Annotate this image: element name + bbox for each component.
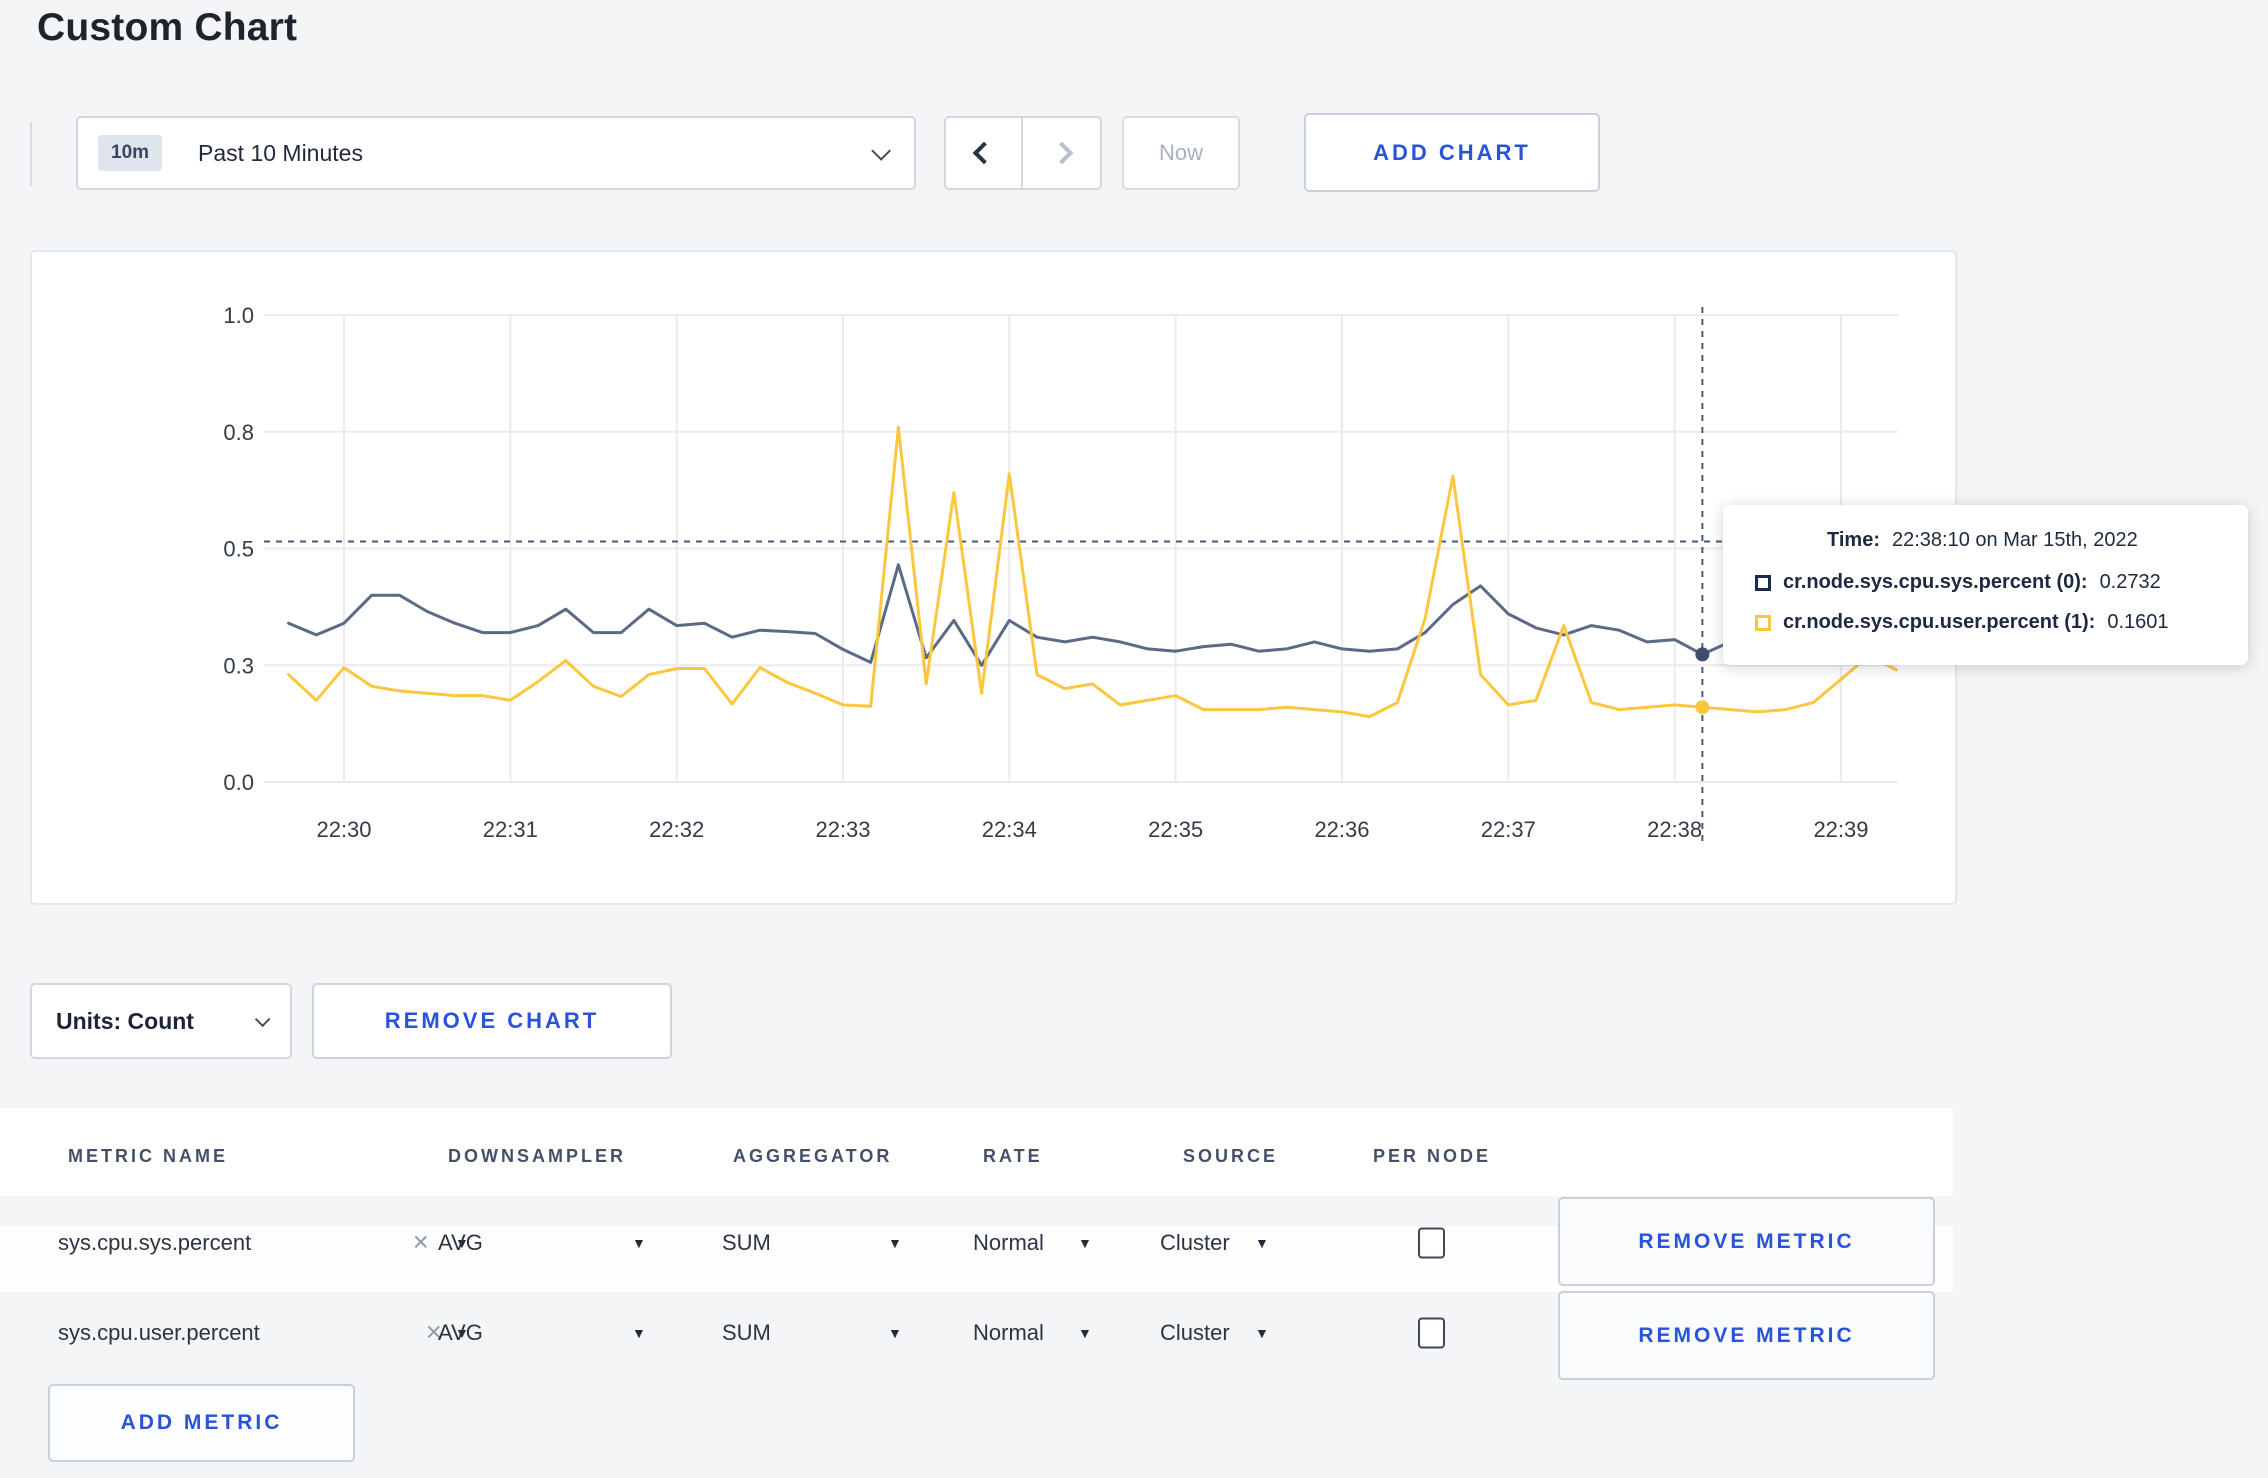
aggregator-select[interactable]: SUM — [722, 1320, 771, 1346]
next-time-button[interactable] — [1023, 118, 1100, 188]
tooltip-series-label: cr.node.sys.cpu.sys.percent (0): — [1783, 571, 2088, 593]
column-header-downsampler: DOWNSAMPLER — [448, 1146, 626, 1166]
rate-select[interactable]: Normal — [973, 1320, 1044, 1346]
x-axis-tick-label: 22:35 — [1148, 817, 1203, 842]
add-metric-button[interactable]: ADD METRIC — [48, 1384, 355, 1462]
column-header-per-node: PER NODE — [1373, 1146, 1492, 1166]
source-select[interactable]: Cluster — [1160, 1320, 1230, 1346]
rate-select[interactable]: Normal — [973, 1230, 1044, 1256]
series-sys-swatch-icon — [1755, 574, 1771, 591]
chevron-down-icon — [871, 140, 892, 161]
aggregator-dropdown-icon[interactable]: ▼ — [888, 1325, 902, 1341]
tooltip-time-value: 22:38:10 on Mar 15th, 2022 — [1891, 529, 2138, 551]
y-axis-tick-label: 0.3 — [223, 653, 254, 678]
series-line — [287, 563, 1898, 667]
metric-name-value[interactable]: sys.cpu.user.percent — [58, 1320, 260, 1346]
remove-metric-button[interactable]: REMOVE METRIC — [1558, 1291, 1935, 1380]
per-node-checkbox[interactable] — [1418, 1227, 1445, 1259]
chevron-down-icon — [254, 1011, 271, 1027]
downsampler-select[interactable]: AVG — [438, 1320, 483, 1346]
x-axis-tick-label: 22:37 — [1481, 817, 1536, 842]
toolbar-left-divider — [30, 122, 32, 186]
x-axis-tick-label: 22:38 — [1647, 817, 1702, 842]
time-range-badge: 10m — [98, 135, 163, 171]
time-range-label: Past 10 Minutes — [198, 139, 363, 166]
column-header-rate: RATE — [983, 1146, 1043, 1166]
hover-point-user — [1695, 700, 1710, 715]
downsampler-dropdown-icon[interactable]: ▼ — [632, 1235, 646, 1251]
metrics-table-header — [0, 1108, 1953, 1196]
downsampler-dropdown-icon[interactable]: ▼ — [632, 1325, 646, 1341]
y-axis-tick-label: 0.8 — [223, 420, 254, 445]
x-axis-tick-label: 22:30 — [316, 817, 371, 842]
chevron-right-icon — [1050, 141, 1073, 165]
remove-chart-label: REMOVE CHART — [384, 1008, 600, 1033]
tooltip-series-value: 0.1601 — [2107, 611, 2169, 633]
source-dropdown-icon[interactable]: ▼ — [1255, 1235, 1269, 1251]
y-axis-tick-label: 0.0 — [223, 770, 254, 795]
units-label: Units: Count — [56, 1007, 194, 1034]
units-dropdown[interactable]: Units: Count — [30, 983, 292, 1059]
chevron-left-icon — [972, 141, 995, 165]
chart-hover-tooltip: Time: 22:38:10 on Mar 15th, 2022 cr.node… — [1723, 505, 2248, 665]
time-shift-group — [944, 116, 1102, 190]
y-axis-tick-label: 1.0 — [223, 303, 254, 328]
source-dropdown-icon[interactable]: ▼ — [1255, 1325, 1269, 1341]
rate-dropdown-icon[interactable]: ▼ — [1078, 1235, 1092, 1251]
downsampler-select[interactable]: AVG — [438, 1230, 483, 1256]
page-title: Custom Chart — [37, 6, 298, 49]
x-axis-tick-label: 22:39 — [1813, 817, 1868, 842]
column-header-aggregator: AGGREGATOR — [733, 1146, 893, 1166]
column-header-source: SOURCE — [1183, 1146, 1279, 1166]
x-axis-tick-label: 22:36 — [1314, 817, 1369, 842]
rate-dropdown-icon[interactable]: ▼ — [1078, 1325, 1092, 1341]
remove-metric-button[interactable]: REMOVE METRIC — [1558, 1197, 1935, 1286]
x-axis-tick-label: 22:31 — [483, 817, 538, 842]
tooltip-time-label: Time: — [1827, 529, 1880, 551]
add-chart-label: ADD CHART — [1373, 139, 1531, 165]
x-axis-tick-label: 22:33 — [815, 817, 870, 842]
remove-chart-button[interactable]: REMOVE CHART — [312, 983, 672, 1059]
y-axis-tick-label: 0.5 — [223, 537, 254, 562]
now-button[interactable]: Now — [1122, 116, 1240, 190]
add-chart-button[interactable]: ADD CHART — [1304, 113, 1600, 192]
metric-name-value[interactable]: sys.cpu.sys.percent — [58, 1230, 251, 1256]
prev-time-button[interactable] — [946, 118, 1023, 188]
hover-point-sys — [1695, 647, 1710, 662]
source-select[interactable]: Cluster — [1160, 1230, 1230, 1256]
tooltip-series-value: 0.2732 — [2099, 571, 2161, 593]
aggregator-dropdown-icon[interactable]: ▼ — [888, 1235, 902, 1251]
per-node-checkbox[interactable] — [1418, 1317, 1445, 1349]
x-axis-tick-label: 22:34 — [982, 817, 1037, 842]
timeseries-chart[interactable]: 0.0 0.3 0.5 0.8 1.0 22:30 22:31 22:32 22:33 22:34… — [32, 252, 1955, 903]
x-axis-tick-label: 22:32 — [649, 817, 704, 842]
time-range-dropdown[interactable]: 10m Past 10 Minutes — [76, 116, 916, 190]
tooltip-series-label: cr.node.sys.cpu.user.percent (1): — [1783, 611, 2096, 633]
aggregator-select[interactable]: SUM — [722, 1230, 771, 1256]
series-line — [287, 425, 1898, 719]
now-button-label: Now — [1158, 140, 1203, 165]
column-header-metric-name: METRIC NAME — [68, 1146, 228, 1166]
chart-panel[interactable]: 0.0 0.3 0.5 0.8 1.0 22:30 22:31 22:32 22:33 22:34… — [30, 250, 1957, 905]
add-metric-label: ADD METRIC — [120, 1411, 283, 1434]
series-user-swatch-icon — [1755, 614, 1771, 631]
clear-metric-icon[interactable]: ✕ — [412, 1231, 430, 1256]
